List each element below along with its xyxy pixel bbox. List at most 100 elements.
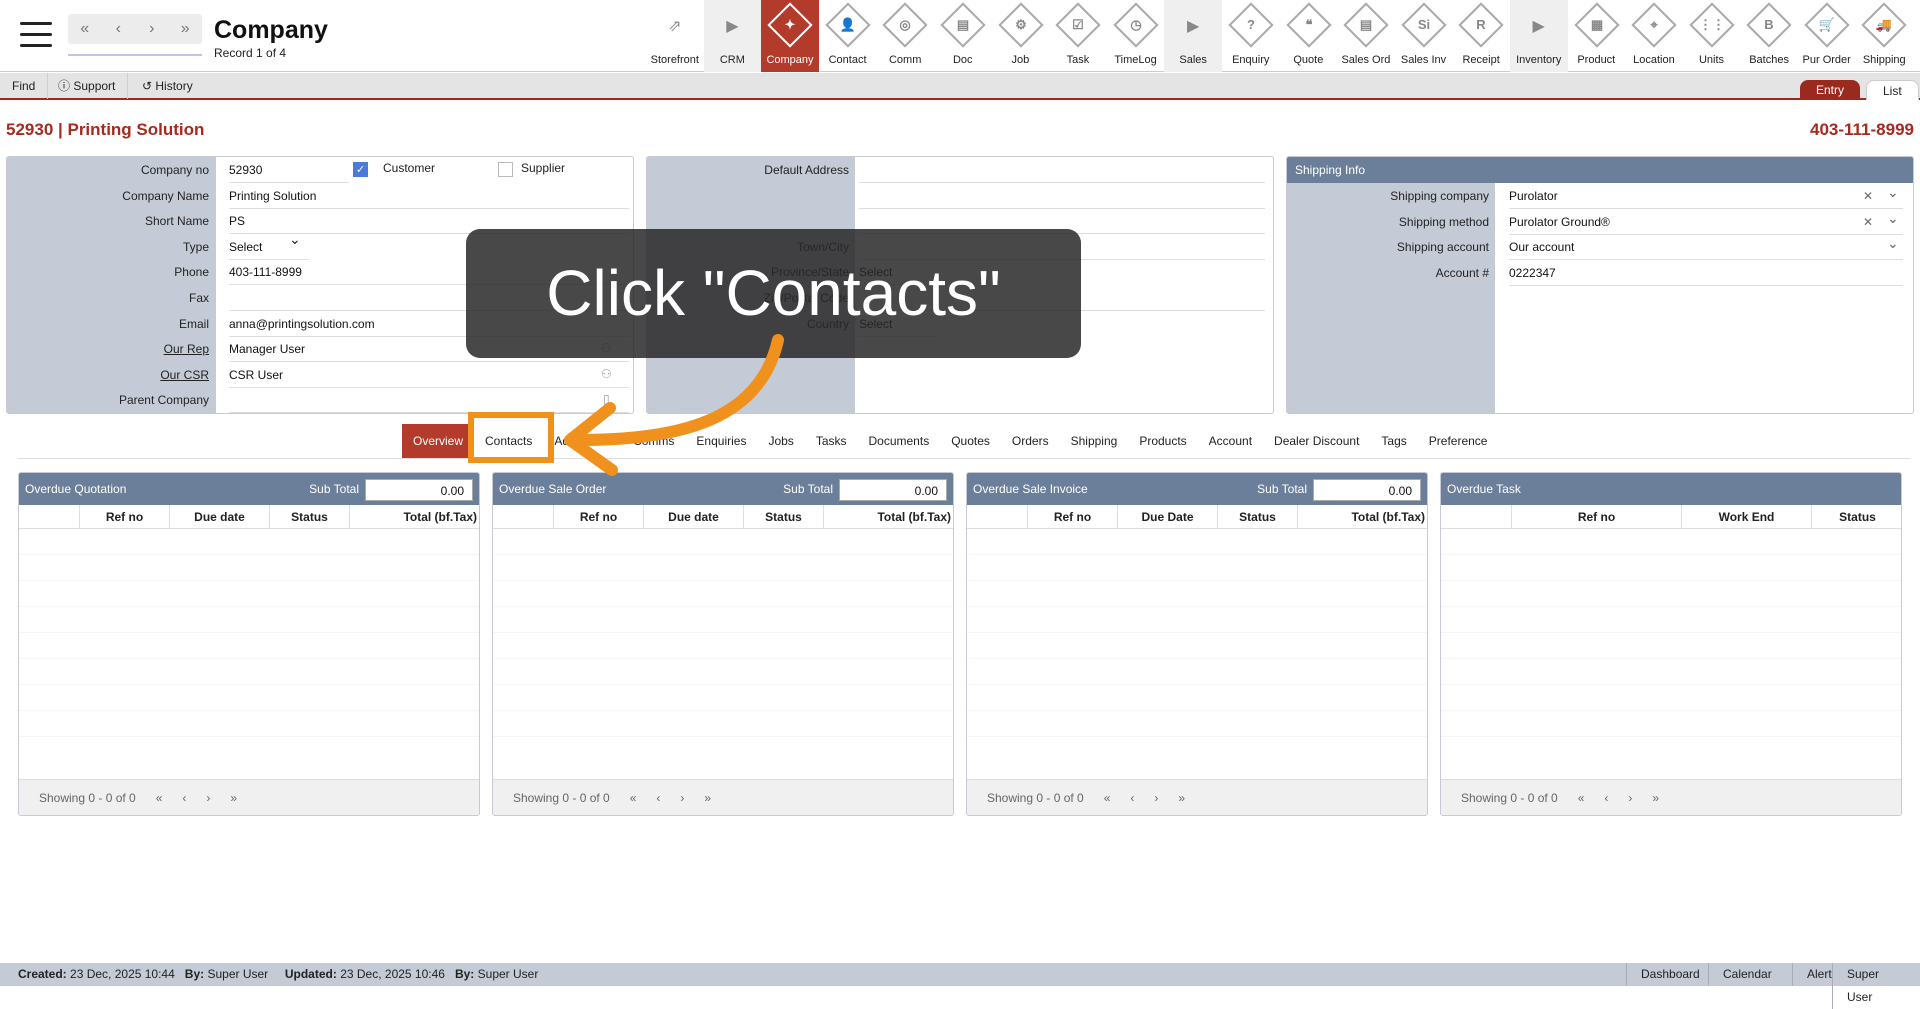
chevron-down-icon[interactable]: ⌄ [1887,210,1899,227]
module-enquiry[interactable]: ? Enquiry [1222,0,1280,72]
module-task[interactable]: ☑ Task [1049,0,1107,72]
column-header-due-date[interactable]: Due date [169,505,269,529]
supplier-checkbox[interactable] [498,162,513,177]
column-header-status[interactable]: Status [743,505,823,529]
column-header-total-bf-tax[interactable]: Total (bf.Tax) [823,505,953,529]
column-header-ref-no[interactable]: Ref no [1027,505,1117,529]
column-header-total-bf-tax[interactable]: Total (bf.Tax) [1297,505,1427,529]
clear-icon[interactable]: ✕ [1863,215,1873,229]
module-timelog[interactable]: ◷ TimeLog [1107,0,1165,72]
module-units[interactable]: ⋮⋮ Units [1683,0,1741,72]
field-shipping-method[interactable]: Purolator Ground® [1509,209,1903,235]
column-header-status[interactable]: Status [1217,505,1297,529]
first-page-button[interactable]: « [156,780,163,815]
module-pur-order[interactable]: 🛒 Pur Order [1798,0,1856,72]
module-inventory[interactable]: ▶ Inventory [1509,0,1568,72]
grid-header: Overdue Sale Invoice Sub Total 0.00 [967,473,1427,505]
last-page-button[interactable]: » [1178,780,1185,815]
field-company-name[interactable]: Printing Solution [229,183,629,209]
doc-icon: ▤ [940,2,986,48]
column-header-work-end[interactable]: Work End [1681,505,1811,529]
tab-shipping[interactable]: Shipping [1060,424,1129,458]
clear-icon[interactable]: ✕ [1863,189,1873,203]
chevron-down-icon[interactable]: ⌄ [1887,184,1899,201]
tab-products[interactable]: Products [1128,424,1197,458]
label-our-csr[interactable]: Our CSR [7,362,209,388]
column-header-ref-no[interactable]: Ref no [1511,505,1681,529]
module-job[interactable]: ⚙ Job [992,0,1050,72]
column-header-status[interactable]: Status [1811,505,1901,529]
tab-orders[interactable]: Orders [1001,424,1060,458]
prev-page-button[interactable]: ‹ [1130,780,1134,815]
label-our-rep[interactable]: Our Rep [7,336,209,362]
column-header-ref-no[interactable]: Ref no [79,505,169,529]
module-company[interactable]: ✦ Company [761,0,819,72]
previous-record-button[interactable]: ‹ [102,14,136,44]
last-record-button[interactable]: » [169,14,203,44]
tab-account[interactable]: Account [1198,424,1263,458]
column-header-due-date[interactable]: Due Date [1117,505,1217,529]
last-page-button[interactable]: » [1652,780,1659,815]
module-doc[interactable]: ▤ Doc [934,0,992,72]
chevron-down-icon[interactable]: ⌄ [289,231,301,248]
tab-list[interactable]: List [1866,80,1919,100]
module-sales[interactable]: ▶ Sales [1164,0,1222,72]
hamburger-menu-icon[interactable] [20,22,52,48]
next-page-button[interactable]: › [1154,780,1158,815]
tab-tasks[interactable]: Tasks [805,424,858,458]
first-page-button[interactable]: « [630,780,637,815]
field-shipping-company[interactable]: Purolator [1509,183,1903,209]
module-quote[interactable]: ❝ Quote [1280,0,1338,72]
last-page-button[interactable]: » [704,780,711,815]
next-page-button[interactable]: › [680,780,684,815]
record-phone: 403-111-8999 [1810,120,1914,139]
module-receipt[interactable]: R Receipt [1452,0,1510,72]
field-company-no[interactable]: 52930 [229,157,349,183]
module-shipping[interactable]: 🚚 Shipping [1855,0,1913,72]
module-contact[interactable]: 👤 Contact [819,0,877,72]
tab-documents[interactable]: Documents [858,424,941,458]
find-button[interactable]: Find [0,73,49,99]
tab-entry[interactable]: Entry [1800,80,1861,100]
next-record-button[interactable]: › [135,14,169,44]
footer-user-link[interactable]: Super User [1832,963,1920,1009]
footer-calendar-link[interactable]: Calendar [1708,963,1786,986]
prev-page-button[interactable]: ‹ [1604,780,1608,815]
footer-dashboard-link[interactable]: Dashboard [1626,963,1714,986]
column-header-due-date[interactable]: Due date [643,505,743,529]
field-account[interactable]: 0222347 [1509,260,1903,286]
prev-page-button[interactable]: ‹ [656,780,660,815]
module-location[interactable]: ⌖ Location [1625,0,1683,72]
first-page-button[interactable]: « [1104,780,1111,815]
support-button[interactable]: ⓘ Support [46,73,129,99]
tab-quotes[interactable]: Quotes [940,424,1001,458]
last-page-button[interactable]: » [230,780,237,815]
module-crm[interactable]: ▶ CRM [703,0,762,72]
next-page-button[interactable]: › [206,780,210,815]
tab-overview[interactable]: Overview [402,424,475,458]
field-shipping-account[interactable]: Our account [1509,234,1903,261]
history-button[interactable]: ↺ History [130,73,205,99]
column-header-status[interactable]: Status [269,505,349,529]
field-address-line-1[interactable] [859,183,1265,209]
column-header-total-bf-tax[interactable]: Total (bf.Tax) [349,505,479,529]
chevron-down-icon[interactable]: ⌄ [1887,235,1899,252]
customer-checkbox[interactable]: ✓ [353,162,368,177]
first-record-button[interactable]: « [68,14,102,44]
module-comm[interactable]: ◎ Comm [876,0,934,72]
module-storefront[interactable]: ⇗ Storefront [646,0,704,72]
module-product[interactable]: ▦ Product [1568,0,1626,72]
prev-page-button[interactable]: ‹ [182,780,186,815]
module-sales-inv[interactable]: Si Sales Inv [1395,0,1453,72]
module-batches[interactable]: B Batches [1740,0,1798,72]
label-shipping-account: Shipping account [1396,240,1489,255]
next-page-button[interactable]: › [1628,780,1632,815]
column-header-ref-no[interactable]: Ref no [553,505,643,529]
tab-tags[interactable]: Tags [1370,424,1417,458]
module-sales-ord[interactable]: ▤ Sales Ord [1337,0,1395,72]
tab-dealer-discount[interactable]: Dealer Discount [1263,424,1370,458]
customer-label: Customer [383,161,436,175]
tab-preference[interactable]: Preference [1418,424,1499,458]
first-page-button[interactable]: « [1578,780,1585,815]
field-default-address[interactable] [859,157,1265,183]
